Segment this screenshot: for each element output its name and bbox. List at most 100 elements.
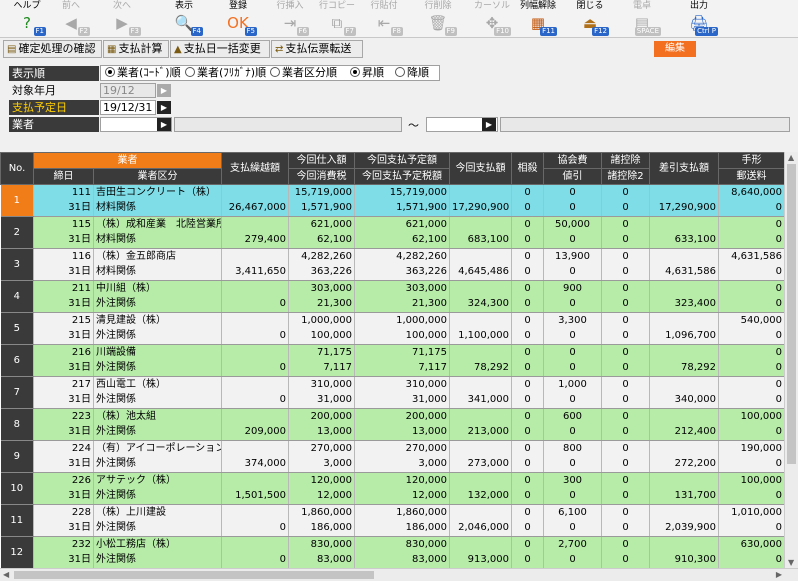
planned-tax[interactable]: 7,117 xyxy=(354,360,450,377)
planned-tax[interactable]: 21,300 xyxy=(354,296,450,313)
col-close-day[interactable]: 締日 xyxy=(33,168,94,185)
pay-blank[interactable] xyxy=(449,280,512,297)
fee-value[interactable]: 0 xyxy=(543,344,602,361)
carry-amount[interactable]: 0 xyxy=(221,520,289,537)
close-day[interactable]: 31日 xyxy=(33,552,94,568)
vendor-class[interactable]: 外注関係 xyxy=(93,360,222,377)
offset-value[interactable]: 0 xyxy=(511,344,544,361)
table-row[interactable]: 2 115 （株）成和産業 北陸営業所 621,000 621,000 0 50,000 0 0 xyxy=(0,216,784,249)
table-row[interactable]: 3 116 （株）金五郎商店 4,282,260 4,282,260 0 13,900 0 4,… xyxy=(0,248,784,281)
radio-asc[interactable]: 昇順 xyxy=(350,66,384,80)
radio-order-kana[interactable]: 業者(ﾌﾘｶﾞﾅ)順 xyxy=(185,66,266,80)
offset-value[interactable]: 0 xyxy=(511,280,544,297)
close-day[interactable]: 31日 xyxy=(33,424,94,441)
carry-blank[interactable] xyxy=(221,376,289,393)
col-plan[interactable]: 今回支払予定額 xyxy=(354,152,450,169)
carry-blank[interactable] xyxy=(221,280,289,297)
carry-blank[interactable] xyxy=(221,344,289,361)
fee-value[interactable]: 900 xyxy=(543,280,602,297)
carry-amount[interactable]: 374,000 xyxy=(221,456,289,473)
fee-value[interactable]: 6,100 xyxy=(543,504,602,521)
carry-amount[interactable]: 0 xyxy=(221,392,289,409)
discount-value[interactable]: 0 xyxy=(543,232,602,249)
planned-tax[interactable]: 363,226 xyxy=(354,264,450,281)
net-blank[interactable] xyxy=(649,408,719,425)
carry-blank[interactable] xyxy=(221,472,289,489)
planned-amount[interactable]: 200,000 xyxy=(354,408,450,425)
table-row[interactable]: 11 228 （株）上川建設 1,860,000 1,860,000 0 6,100 0 1,0… xyxy=(0,504,784,537)
postage-value[interactable]: 0 xyxy=(718,552,784,568)
net-blank[interactable] xyxy=(649,184,719,201)
voucher-transfer-button[interactable]: ⇄ 支払伝票転送 xyxy=(271,40,363,58)
planned-amount[interactable]: 621,000 xyxy=(354,216,450,233)
planned-amount[interactable]: 1,000,000 xyxy=(354,312,450,329)
vendor-code[interactable]: 232 xyxy=(33,536,94,553)
net-blank[interactable] xyxy=(649,312,719,329)
cursor-button[interactable]: カーソル ✥ F10 xyxy=(473,1,511,37)
offset-value-2[interactable]: 0 xyxy=(511,520,544,537)
col-vendor[interactable]: 業者 xyxy=(33,152,222,169)
vendor-code[interactable]: 111 xyxy=(33,184,94,201)
fee-value[interactable]: 0 xyxy=(543,184,602,201)
vendor-class[interactable]: 外注関係 xyxy=(93,296,222,313)
col-tax[interactable]: 今回消費税 xyxy=(288,168,355,185)
planned-amount[interactable]: 270,000 xyxy=(354,440,450,457)
delete-row-button[interactable]: 行削除 🗑 F9 xyxy=(419,1,457,37)
display-button[interactable]: 表示 🔍 F4 xyxy=(165,1,203,37)
paydate-field[interactable]: 19/12/31 xyxy=(100,100,156,115)
net-amount[interactable]: 633,100 xyxy=(649,232,719,249)
planned-amount[interactable]: 310,000 xyxy=(354,376,450,393)
bill-value[interactable]: 0 xyxy=(718,344,784,361)
postage-value[interactable]: 0 xyxy=(718,360,784,377)
postage-value[interactable]: 0 xyxy=(718,456,784,473)
vendor-from-dropdown-icon[interactable]: ▶ xyxy=(157,118,171,131)
purchase-amount[interactable]: 71,175 xyxy=(288,344,355,361)
net-blank[interactable] xyxy=(649,536,719,553)
vendor-code[interactable]: 211 xyxy=(33,280,94,297)
discount-value[interactable]: 0 xyxy=(543,520,602,537)
deduction-value[interactable]: 0 xyxy=(601,280,650,297)
close-day[interactable]: 31日 xyxy=(33,360,94,377)
deduction-value[interactable]: 0 xyxy=(601,504,650,521)
offset-value[interactable]: 0 xyxy=(511,184,544,201)
col-pay[interactable]: 今回支払額 xyxy=(449,152,512,185)
table-row-sub[interactable]: 31日 外注関係 1,501,500 12,000 12,000 132,000 0 0 0 13… xyxy=(1,488,784,505)
carry-blank[interactable] xyxy=(221,312,289,329)
vendor-class[interactable]: 外注関係 xyxy=(93,392,222,409)
payment-calc-button[interactable]: ▦ 支払計算 xyxy=(103,40,169,58)
vendor-to-dropdown-icon[interactable]: ▶ xyxy=(482,118,496,131)
net-blank[interactable] xyxy=(649,280,719,297)
purchase-amount[interactable]: 1,000,000 xyxy=(288,312,355,329)
col-purchase[interactable]: 今回仕入額 xyxy=(288,152,355,169)
fee-value[interactable]: 50,000 xyxy=(543,216,602,233)
planned-tax[interactable]: 31,000 xyxy=(354,392,450,409)
pay-blank[interactable] xyxy=(449,344,512,361)
table-row[interactable]: 5 215 清見建設（株） 1,000,000 1,000,000 0 3,300 0 540,… xyxy=(0,312,784,345)
offset-value-2[interactable]: 0 xyxy=(511,232,544,249)
postage-value[interactable]: 0 xyxy=(718,488,784,505)
scroll-up-icon[interactable]: ▲ xyxy=(788,153,794,162)
tax-amount[interactable]: 3,000 xyxy=(288,456,355,473)
net-amount[interactable]: 340,000 xyxy=(649,392,719,409)
confirm-process-button[interactable]: ▤ 確定処理の確認 xyxy=(3,40,102,58)
table-row[interactable]: 7 217 西山電工（株） 310,000 310,000 0 1,000 0 0 xyxy=(0,376,784,409)
purchase-amount[interactable]: 621,000 xyxy=(288,216,355,233)
purchase-amount[interactable]: 830,000 xyxy=(288,536,355,553)
carry-amount[interactable]: 279,400 xyxy=(221,232,289,249)
table-row-sub[interactable]: 31日 外注関係 0 186,000 186,000 2,046,000 0 0 0 2,039,… xyxy=(1,520,784,537)
table-row-sub[interactable]: 31日 外注関係 0 83,000 83,000 913,000 0 0 0 910,300 0 xyxy=(1,552,784,568)
scroll-down-icon[interactable]: ▼ xyxy=(788,558,794,567)
bill-value[interactable]: 0 xyxy=(718,280,784,297)
purchase-amount[interactable]: 303,000 xyxy=(288,280,355,297)
deduction2-value[interactable]: 0 xyxy=(601,232,650,249)
table-row[interactable]: 4 211 中川組（株） 303,000 303,000 0 900 0 0 xyxy=(0,280,784,313)
table-row-sub[interactable]: 31日 外注関係 209,000 13,000 13,000 213,000 0 0 0 212,… xyxy=(1,424,784,441)
purchase-amount[interactable]: 270,000 xyxy=(288,440,355,457)
postage-value[interactable]: 0 xyxy=(718,296,784,313)
planned-amount[interactable]: 120,000 xyxy=(354,472,450,489)
pay-blank[interactable] xyxy=(449,312,512,329)
vendor-name[interactable]: 川端設備 xyxy=(93,344,222,361)
close-day[interactable]: 31日 xyxy=(33,328,94,345)
offset-value[interactable]: 0 xyxy=(511,536,544,553)
bill-value[interactable]: 8,640,000 xyxy=(718,184,784,201)
